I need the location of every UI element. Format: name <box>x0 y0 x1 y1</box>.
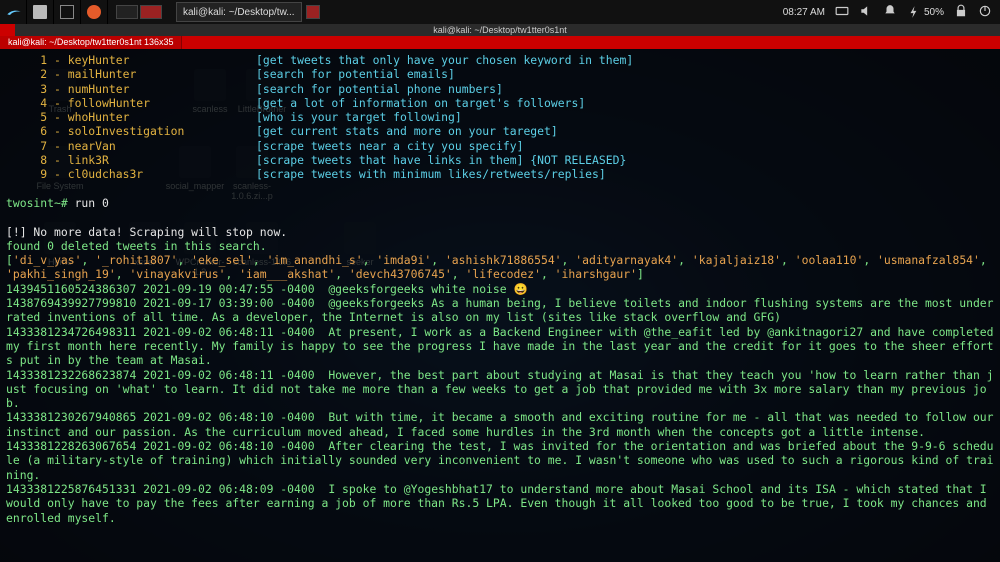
lock-icon[interactable] <box>954 4 968 21</box>
launcher-files[interactable] <box>27 0 54 24</box>
terminal-window[interactable]: kali@kali: ~/Desktop/tw1tter0s1nt kali@k… <box>0 24 1000 562</box>
window-titlebar[interactable]: kali@kali: ~/Desktop/tw1tter0s1nt <box>0 24 1000 36</box>
notification-icon[interactable] <box>883 4 897 21</box>
app-menu-kali[interactable] <box>0 0 27 24</box>
terminal-tab-bar: kali@kali: ~/Desktop/tw1tter0s1nt 136x35 <box>0 36 1000 49</box>
terminal-output[interactable]: 1 - keyHunter[get tweets that only have … <box>0 49 1000 562</box>
clock[interactable]: 08:27 AM <box>783 7 825 18</box>
taskbar-window-close[interactable] <box>302 5 328 19</box>
launcher-terminal[interactable] <box>54 0 81 24</box>
taskbar-window-label: kali@kali: ~/Desktop/tw... <box>183 7 295 18</box>
battery-indicator[interactable]: 50% <box>907 5 944 19</box>
terminal-tab[interactable]: kali@kali: ~/Desktop/tw1tter0s1nt 136x35 <box>0 36 182 49</box>
power-icon[interactable] <box>978 4 992 21</box>
battery-percent: 50% <box>924 7 944 18</box>
taskbar-window-entry[interactable]: kali@kali: ~/Desktop/tw... <box>176 2 302 22</box>
launcher-firefox[interactable] <box>81 0 108 24</box>
workspace-pager[interactable] <box>108 5 170 19</box>
volume-icon[interactable] <box>859 4 873 21</box>
taskbar: kali@kali: ~/Desktop/tw... 08:27 AM 50% <box>0 0 1000 24</box>
keyboard-icon[interactable] <box>835 4 849 21</box>
terminal-title-indicator <box>0 24 15 36</box>
window-title: kali@kali: ~/Desktop/tw1tter0s1nt <box>433 25 566 35</box>
